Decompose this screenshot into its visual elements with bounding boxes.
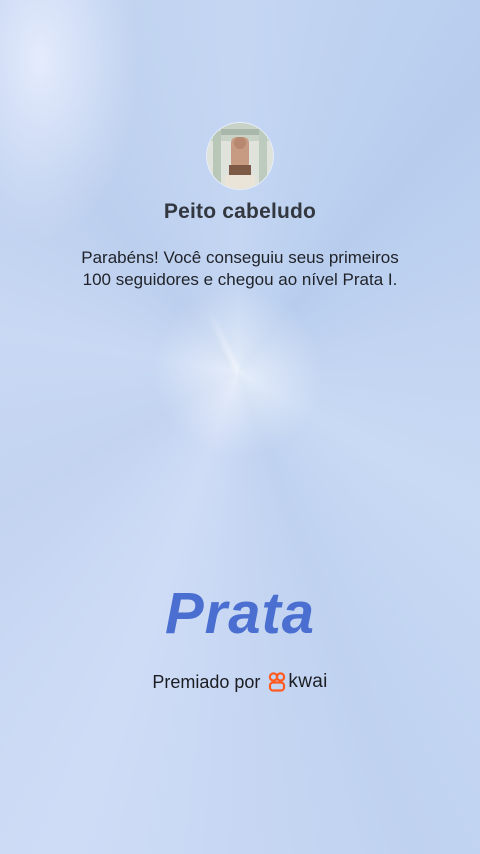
kwai-brand-text: kwai <box>288 671 328 692</box>
avatar-photo <box>207 123 273 189</box>
congrats-message-line-2: 100 seguidores e chegou ao nível Prata I… <box>82 270 398 289</box>
level-title: Prata <box>164 581 316 646</box>
kwai-logo: kwai <box>268 671 327 693</box>
congrats-message-line-1: Parabéns! Você conseguiu seus primeiros <box>81 248 399 267</box>
achievement-screen: Peito cabeludo Parabéns! Você conseguiu … <box>0 0 480 854</box>
background-glow <box>138 272 338 472</box>
awarded-by: Premiado por kwai <box>0 671 480 693</box>
kwai-logo-icon <box>269 672 286 692</box>
profile-name: Peito cabeludo <box>163 200 317 223</box>
congrats-message: Parabéns! Você conseguiu seus primeiros … <box>40 247 440 291</box>
avatar <box>207 123 273 189</box>
light-ray <box>205 305 240 373</box>
awarded-by-label: Premiado por <box>152 671 261 692</box>
